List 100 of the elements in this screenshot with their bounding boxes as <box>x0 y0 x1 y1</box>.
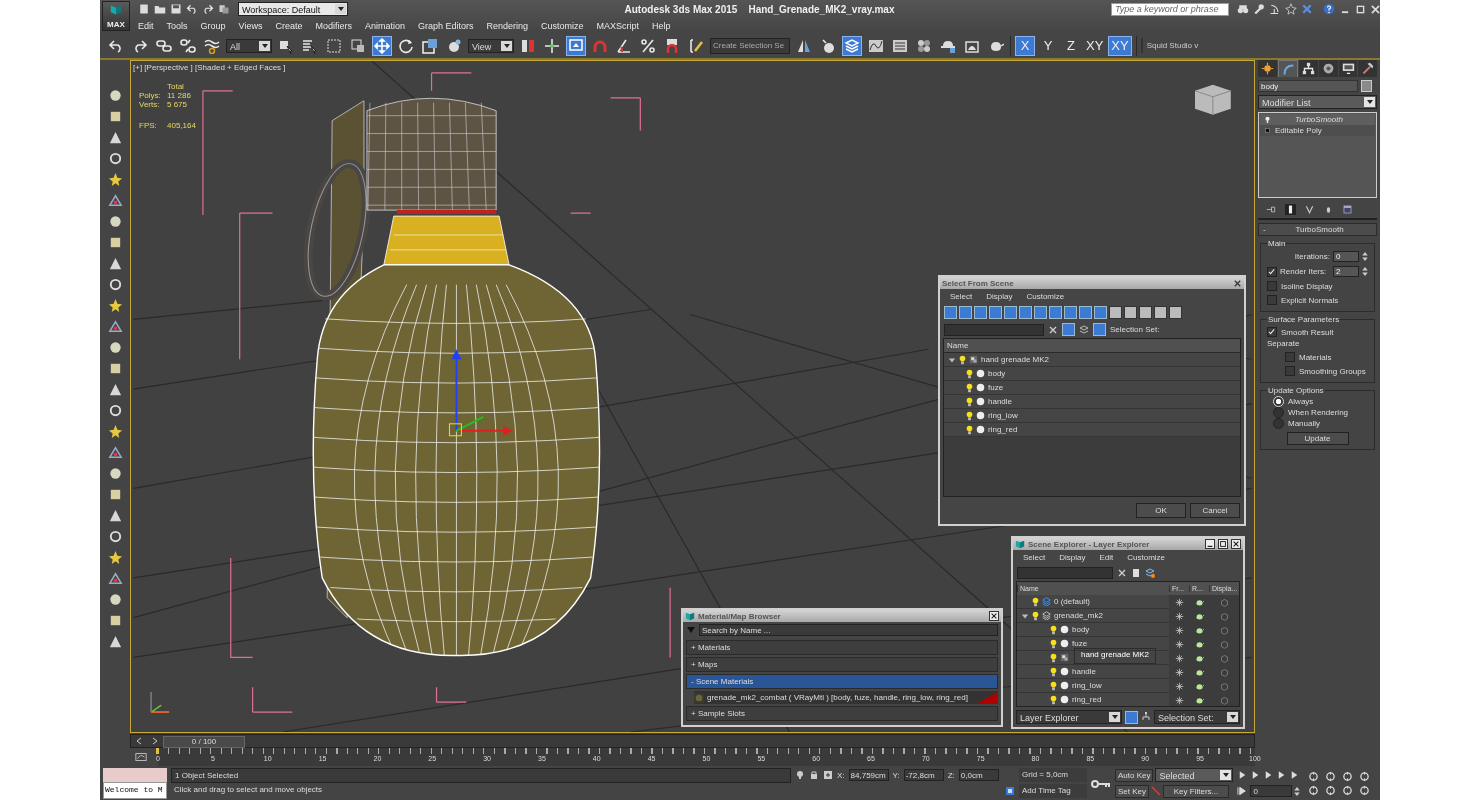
close-icon[interactable] <box>989 611 999 621</box>
coordinate-field[interactable]: 0,0cm <box>958 769 999 781</box>
viewport-navigation-icon[interactable] <box>1359 771 1371 782</box>
tree-row[interactable]: handle <box>1017 665 1169 679</box>
light-bulb-icon[interactable] <box>1032 610 1039 621</box>
time-config-icon[interactable] <box>1237 786 1249 796</box>
toolbar-tab[interactable]: Squid Studio v <box>1140 38 1203 53</box>
light-bulb-icon[interactable] <box>966 396 973 407</box>
wrench-icon[interactable] <box>1253 3 1265 15</box>
snowflake-icon[interactable] <box>1174 667 1184 677</box>
snowflake-icon[interactable] <box>1174 597 1184 607</box>
spinner-arrows-icon[interactable] <box>1362 251 1368 262</box>
filter-toggle-button[interactable] <box>944 306 957 319</box>
find-field[interactable] <box>1017 567 1113 579</box>
tree-row[interactable]: ring_low <box>1017 679 1169 693</box>
tree-row[interactable]: handle <box>944 395 1240 409</box>
object-color-swatch[interactable] <box>1361 80 1372 92</box>
filter-toggle-button[interactable] <box>1124 306 1137 319</box>
menu-item[interactable]: Views <box>238 20 263 31</box>
menu-item[interactable]: Animation <box>364 20 405 31</box>
rollout-header[interactable]: - TurboSmooth <box>1258 223 1377 236</box>
workspace-dropdown[interactable]: Workspace: Default <box>238 2 348 16</box>
axis-constraint-button[interactable]: XY <box>1108 35 1132 56</box>
viewport-navigation-icon[interactable] <box>1308 771 1320 782</box>
menu-item[interactable]: Edit <box>138 20 154 31</box>
key-mode-dropdown[interactable]: Selected <box>1155 768 1234 782</box>
motion-tab[interactable] <box>1319 60 1338 77</box>
snowflake-icon[interactable] <box>1174 681 1184 691</box>
filter-toggle-button[interactable] <box>974 306 987 319</box>
dialog-button[interactable]: OK <box>1136 503 1186 518</box>
dialog-button[interactable]: Cancel <box>1190 503 1240 518</box>
filter-toggle-button[interactable] <box>1079 306 1092 319</box>
snowflake-icon[interactable] <box>1174 625 1184 635</box>
light-bulb-icon[interactable] <box>959 354 966 365</box>
axis-constraint-button[interactable]: Y <box>1038 35 1058 56</box>
expand-arrow-icon[interactable] <box>1021 611 1029 620</box>
hierarchy-icon[interactable] <box>1141 712 1151 722</box>
menu-item[interactable]: Tools <box>166 20 188 31</box>
selection-filter-dropdown[interactable]: All <box>226 38 272 53</box>
filter-toggle-button[interactable] <box>1049 306 1062 319</box>
checkbox[interactable] <box>1285 366 1295 376</box>
redo-icon[interactable] <box>202 3 214 15</box>
filter-toggle-button[interactable] <box>989 306 1002 319</box>
material-item[interactable]: grenade_mk2_combat ( VRayMtl ) [body, fuze, handle, ring_low, ring_red] <box>694 691 998 704</box>
find-field[interactable] <box>944 323 1044 336</box>
close-icon[interactable] <box>1231 539 1241 549</box>
section-header[interactable]: + Sample Slots <box>686 706 998 721</box>
tree-row[interactable]: grenade_mk2 <box>1017 609 1169 623</box>
menu-item[interactable]: Create <box>275 20 303 31</box>
menu-item[interactable]: Help <box>652 20 671 31</box>
spinner-arrows-icon[interactable] <box>1362 266 1368 277</box>
filter-toggle-button[interactable] <box>1062 323 1075 336</box>
viewport-navigation-icon[interactable] <box>1308 785 1320 796</box>
teapot-icon[interactable] <box>1194 597 1204 607</box>
viewport-label[interactable]: [+] [Perspective ] [Shaded + Edged Faces ] <box>133 63 286 72</box>
application-button[interactable]: MAX <box>102 1 130 31</box>
expand-arrow-icon[interactable] <box>948 355 956 364</box>
snowflake-icon[interactable] <box>1174 639 1184 649</box>
make-unique-icon[interactable] <box>1304 204 1315 215</box>
menu-item[interactable]: Customize <box>1127 553 1166 562</box>
light-bulb-icon[interactable] <box>1050 666 1057 677</box>
teapot-icon[interactable] <box>107 277 123 292</box>
axis-constraint-button[interactable]: XY <box>1084 35 1106 56</box>
menu-item[interactable]: MAXScript <box>596 20 640 31</box>
teapot-icon[interactable] <box>1194 653 1204 663</box>
menu-item[interactable]: Edit <box>1099 553 1114 562</box>
save-icon[interactable] <box>170 3 182 15</box>
folder-icon[interactable] <box>154 3 166 15</box>
snowflake-icon[interactable] <box>1174 695 1184 705</box>
satellite-icon[interactable] <box>1269 3 1281 15</box>
add-time-tag-button[interactable]: Add Time Tag <box>1019 784 1087 798</box>
exchange-icon[interactable] <box>1301 3 1313 15</box>
filter-toggle-button[interactable] <box>1034 306 1047 319</box>
next-frame-icon[interactable] <box>151 737 159 745</box>
viewport-navigation-icon[interactable] <box>1325 771 1337 782</box>
filter-toggle-button[interactable] <box>1109 306 1122 319</box>
light-bulb-icon[interactable] <box>966 368 973 379</box>
view-cube-icon[interactable] <box>1194 84 1232 116</box>
light-bulb-icon[interactable] <box>1032 596 1039 607</box>
adaptive-degradation-icon[interactable] <box>1005 786 1015 796</box>
section-header[interactable]: + Maps <box>686 657 998 672</box>
hierarchy-tab[interactable] <box>1299 60 1318 77</box>
new-layer-icon[interactable] <box>1131 568 1141 578</box>
maximize-icon[interactable] <box>1218 539 1228 549</box>
mini-curve-editor-icon[interactable] <box>135 751 147 763</box>
current-frame-field[interactable]: 0 <box>1250 785 1293 797</box>
minimize-icon[interactable] <box>1205 539 1215 549</box>
tree-row[interactable]: fuze <box>1017 637 1169 651</box>
update-button[interactable]: Update <box>1286 432 1349 445</box>
light-bulb-icon[interactable] <box>966 424 973 435</box>
teapot-icon[interactable] <box>1194 667 1204 677</box>
filter-toggle-button[interactable] <box>1154 306 1167 319</box>
light-bulb-icon[interactable] <box>966 410 973 421</box>
teapot-icon[interactable] <box>1194 681 1204 691</box>
clear-icon[interactable] <box>1117 568 1127 578</box>
search-field[interactable]: Type a keyword or phrase <box>1111 2 1229 16</box>
menu-item[interactable]: Display <box>986 292 1013 301</box>
selection-set-dropdown[interactable]: Selection Set: <box>1154 710 1240 724</box>
axis-constraint-button[interactable]: Z <box>1061 35 1081 56</box>
clear-icon[interactable] <box>1048 324 1058 335</box>
